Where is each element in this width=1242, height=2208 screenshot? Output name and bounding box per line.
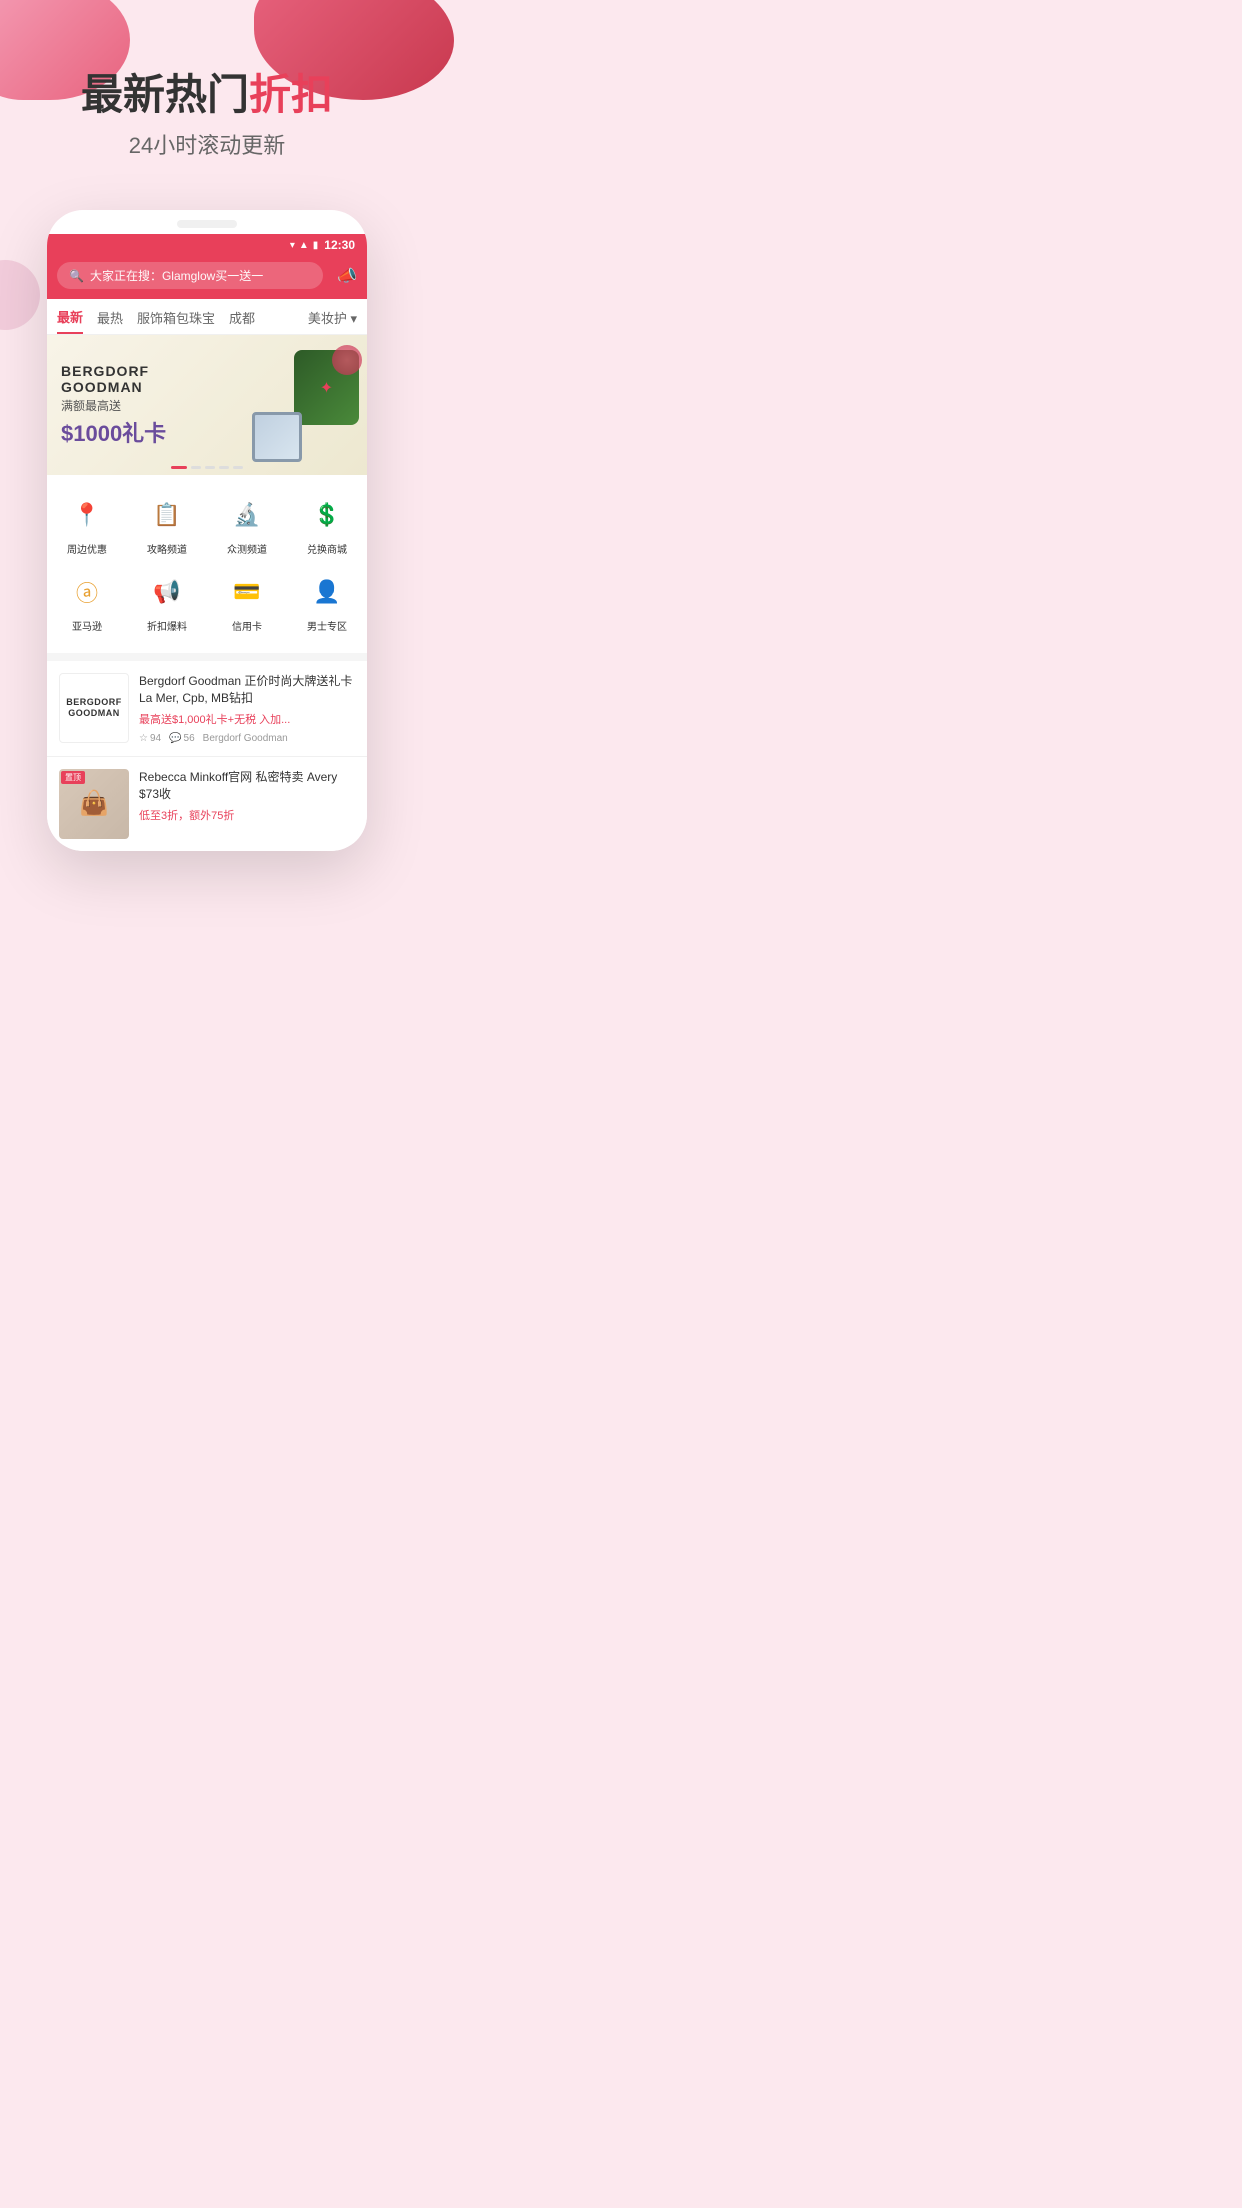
quick-link-test[interactable]: 🔬 众测频道 xyxy=(207,487,287,564)
men-icon: 👤 xyxy=(307,572,347,612)
banner-sub: 满额最高送 xyxy=(61,397,233,414)
tab-city[interactable]: 成都 xyxy=(229,308,255,333)
status-icons: ▾ ▲ ▮ xyxy=(290,240,318,251)
star-icon: ☆ xyxy=(139,733,148,744)
phone-notch xyxy=(177,220,237,228)
banner-promo: $1000礼卡 xyxy=(61,416,233,448)
wifi-icon: ▾ xyxy=(290,240,295,251)
dot-2 xyxy=(205,466,215,469)
deal-logo-1: BERGDORFGOODMAN xyxy=(59,673,129,743)
quick-link-deal-label: 折扣爆料 xyxy=(147,618,187,633)
quick-link-nearby[interactable]: 📍 周边优惠 xyxy=(47,487,127,564)
quick-link-card-label: 信用卡 xyxy=(232,618,262,633)
quick-link-deal[interactable]: 📢 折扣爆料 xyxy=(127,564,207,641)
status-bar: ▾ ▲ ▮ 12:30 xyxy=(47,234,367,256)
redeem-icon: 💲 xyxy=(307,495,347,535)
tab-more[interactable]: 美妆护 ▾ xyxy=(308,308,357,333)
quick-link-men[interactable]: 👤 男士专区 xyxy=(287,564,367,641)
tab-latest[interactable]: 最新 xyxy=(57,307,83,334)
deal-content-1: Bergdorf Goodman 正价时尚大牌送礼卡 La Mer, Cpb, … xyxy=(139,673,355,744)
quick-link-test-label: 众测频道 xyxy=(227,541,267,556)
phone-mockup: ▾ ▲ ▮ 12:30 🔍 大家正在搜：Glamglow买一送一 📣 最新 最热… xyxy=(47,210,367,851)
hero-title-part2: 折扣 xyxy=(249,71,333,118)
card-icon: 💳 xyxy=(227,572,267,612)
search-bar[interactable]: 🔍 大家正在搜：Glamglow买一送一 xyxy=(57,262,323,289)
quick-link-amazon-label: 亚马逊 xyxy=(72,618,102,633)
hero-subtitle: 24小时滚动更新 xyxy=(20,128,394,160)
megaphone-button[interactable]: 📣 xyxy=(337,266,357,286)
deal-image-2: 👜 置顶 xyxy=(59,769,129,839)
deal-badge-2: 置顶 xyxy=(61,771,85,784)
divider-1 xyxy=(47,653,367,661)
deal-card-2[interactable]: 👜 置顶 Rebecca Minkoff官网 私密特卖 Avery $73收 低… xyxy=(47,757,367,851)
nav-tabs: 最新 最热 服饰箱包珠宝 成都 美妆护 ▾ xyxy=(47,299,367,335)
hero-title-part1: 最新热门 xyxy=(81,71,249,118)
deal-promo-2: 低至3折，额外75折 xyxy=(139,807,355,823)
app-header: 🔍 大家正在搜：Glamglow买一送一 📣 xyxy=(47,256,367,299)
deal-icon: 📢 xyxy=(147,572,187,612)
quick-link-redeem[interactable]: 💲 兑换商城 xyxy=(287,487,367,564)
deal-title-2: Rebecca Minkoff官网 私密特卖 Avery $73收 xyxy=(139,769,355,803)
comment-icon: 💬 xyxy=(169,733,181,744)
guide-icon: 📋 xyxy=(147,495,187,535)
location-icon: 📍 xyxy=(67,495,107,535)
banner-content: BERGDORF GOODMAN 满额最高送 $1000礼卡 xyxy=(47,351,247,460)
background-blob-left2 xyxy=(0,260,40,330)
deal-meta-1: ☆ 94 💬 56 Bergdorf Goodman xyxy=(139,733,355,744)
quick-link-nearby-label: 周边优惠 xyxy=(67,541,107,556)
hero-title: 最新热门折扣 xyxy=(20,70,394,120)
quick-link-card[interactable]: 💳 信用卡 xyxy=(207,564,287,641)
search-icon: 🔍 xyxy=(69,269,84,283)
deal-comments: 💬 56 xyxy=(169,733,195,744)
quick-link-amazon[interactable]: ⓐ 亚马逊 xyxy=(47,564,127,641)
deal-card-1[interactable]: BERGDORFGOODMAN Bergdorf Goodman 正价时尚大牌送… xyxy=(47,661,367,757)
amazon-icon: ⓐ xyxy=(67,572,107,612)
signal-icon: ▲ xyxy=(299,240,309,251)
deal-promo-1: 最高送$1,000礼卡+无税 入加... xyxy=(139,711,355,727)
banner-image: ✦ xyxy=(247,340,367,470)
hero-section: 最新热门折扣 24小时滚动更新 xyxy=(0,0,414,190)
deal-stars: ☆ 94 xyxy=(139,733,161,744)
quick-link-men-label: 男士专区 xyxy=(307,618,347,633)
tab-fashion[interactable]: 服饰箱包珠宝 xyxy=(137,308,215,333)
quick-links-grid: 📍 周边优惠 📋 攻略频道 🔬 众测频道 💲 兑换商城 ⓐ 亚马逊 📢 折扣爆料… xyxy=(47,475,367,653)
banner-dots xyxy=(171,466,243,469)
dot-3 xyxy=(219,466,229,469)
deal-logo-text-1: BERGDORFGOODMAN xyxy=(66,697,122,720)
quick-link-redeem-label: 兑换商城 xyxy=(307,541,347,556)
quick-link-guide[interactable]: 📋 攻略频道 xyxy=(127,487,207,564)
status-time: 12:30 xyxy=(324,238,355,252)
lab-icon: 🔬 xyxy=(227,495,267,535)
tab-hot[interactable]: 最热 xyxy=(97,308,123,333)
banner-brand: BERGDORF GOODMAN xyxy=(61,363,233,395)
deal-source-1: Bergdorf Goodman xyxy=(203,733,288,744)
quick-link-guide-label: 攻略频道 xyxy=(147,541,187,556)
dot-4 xyxy=(233,466,243,469)
dot-1 xyxy=(191,466,201,469)
battery-icon: ▮ xyxy=(313,240,319,251)
search-text: 大家正在搜：Glamglow买一送一 xyxy=(90,267,311,284)
deal-content-2: Rebecca Minkoff官网 私密特卖 Avery $73收 低至3折，额… xyxy=(139,769,355,839)
deal-title-1: Bergdorf Goodman 正价时尚大牌送礼卡 La Mer, Cpb, … xyxy=(139,673,355,707)
dot-active xyxy=(171,466,187,469)
banner[interactable]: BERGDORF GOODMAN 满额最高送 $1000礼卡 ✦ xyxy=(47,335,367,475)
